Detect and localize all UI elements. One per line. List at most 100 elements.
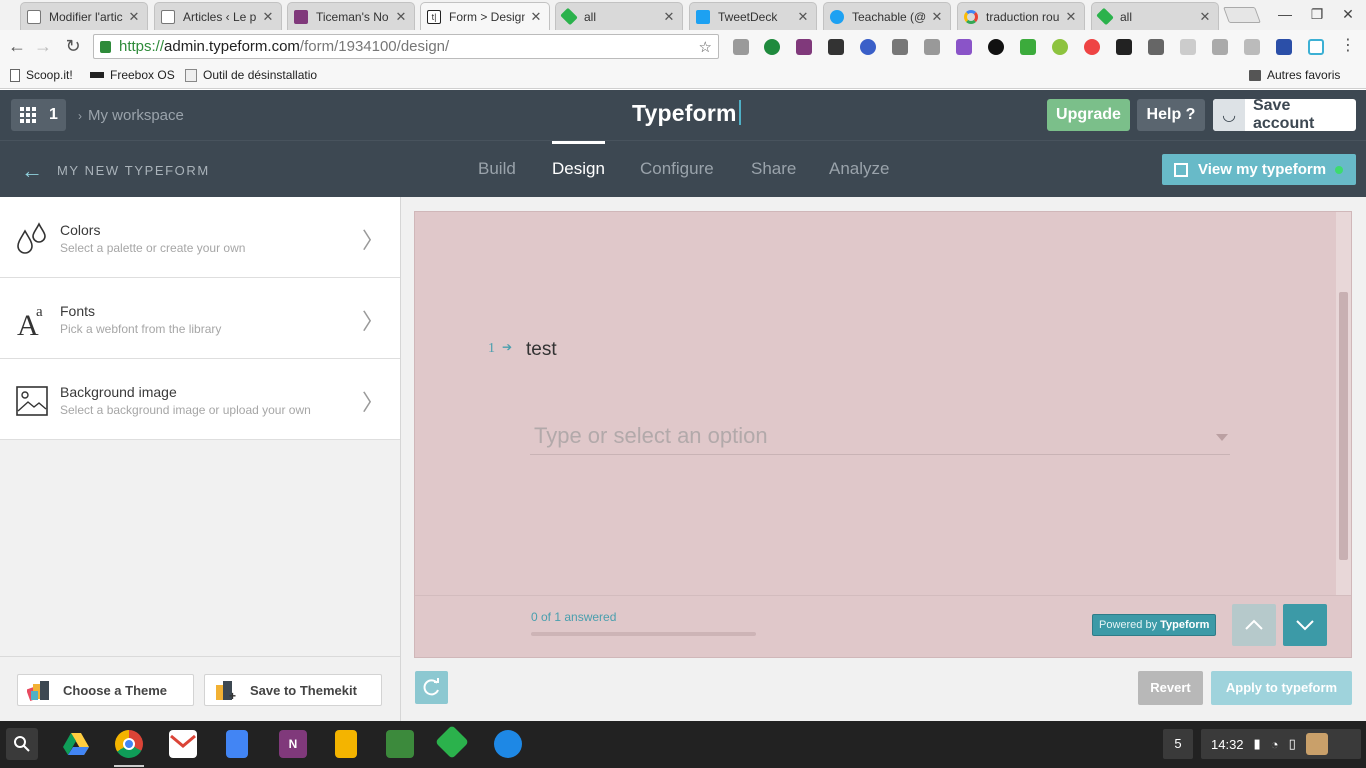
extension-icon[interactable] — [1052, 39, 1068, 55]
form-navigation: ← MY NEW TYPEFORM Build Design Configure… — [0, 140, 1366, 197]
feedly-icon[interactable] — [435, 725, 469, 759]
preview-scrollbar[interactable] — [1336, 212, 1351, 595]
svg-text:+: + — [229, 689, 236, 701]
background-image-panel[interactable]: Background image Select a background ima… — [0, 359, 400, 440]
help-button[interactable]: Help ? — [1137, 99, 1205, 131]
camera-icon[interactable] — [924, 39, 940, 55]
minimize-icon[interactable]: — — [1277, 6, 1293, 22]
extension-icon[interactable] — [1116, 39, 1132, 55]
tab-share[interactable]: Share — [751, 159, 796, 179]
close-window-icon[interactable]: ✕ — [1340, 6, 1356, 23]
extension-icon[interactable] — [988, 39, 1004, 55]
extension-icon[interactable] — [1276, 39, 1292, 55]
maximize-icon[interactable]: ❐ — [1309, 6, 1325, 23]
close-tab-icon[interactable]: ✕ — [1198, 9, 1212, 25]
reload-icon[interactable]: ↻ — [63, 36, 83, 56]
tweetdeck-icon — [696, 9, 710, 24]
browser-tab[interactable]: Teachable (@ ✕ — [823, 2, 951, 30]
back-icon[interactable]: ← — [7, 36, 27, 56]
apps-button[interactable]: 1 — [11, 99, 66, 131]
back-arrow-icon[interactable]: ← — [21, 158, 43, 184]
previous-question-button[interactable] — [1232, 604, 1276, 646]
extension-icon[interactable] — [1148, 39, 1164, 55]
choose-theme-button[interactable]: Choose a Theme — [17, 674, 194, 706]
files-icon[interactable] — [494, 730, 522, 758]
extension-icon[interactable] — [1212, 39, 1228, 55]
bookmark-item[interactable]: Outil de désinstallatio — [185, 68, 317, 82]
close-tab-icon[interactable]: ✕ — [261, 9, 275, 25]
close-tab-icon[interactable]: ✕ — [662, 9, 676, 25]
save-themekit-button[interactable]: + Save to Themekit — [204, 674, 382, 706]
bookmark-folder[interactable]: Autres favoris — [1249, 68, 1340, 82]
upgrade-button[interactable]: Upgrade — [1047, 99, 1130, 131]
close-tab-icon[interactable]: ✕ — [930, 9, 944, 25]
preview-footer: 0 of 1 answered Powered by Typeform — [415, 595, 1351, 657]
image-icon — [16, 386, 48, 416]
form-preview: 1 ➔ test Type or select an option 0 of 1… — [414, 211, 1352, 658]
close-tab-icon[interactable]: ✕ — [529, 9, 543, 25]
gmail-icon[interactable] — [169, 730, 197, 758]
address-bar[interactable]: https://admin.typeform.com/form/1934100/… — [93, 34, 719, 59]
bookmark-item[interactable]: Scoop.it! — [10, 68, 73, 82]
launcher-search-icon[interactable] — [6, 728, 38, 760]
extension-icon[interactable] — [1084, 39, 1100, 55]
tab-analyze[interactable]: Analyze — [829, 159, 889, 179]
extension-icon[interactable] — [1020, 39, 1036, 55]
extension-icon[interactable] — [956, 39, 972, 55]
tab-design[interactable]: Design — [552, 159, 605, 179]
view-typeform-button[interactable]: View my typeform — [1162, 154, 1356, 185]
tab-build[interactable]: Build — [478, 159, 516, 179]
save-account-button[interactable]: ◡ Save account — [1213, 97, 1356, 132]
tab-configure[interactable]: Configure — [640, 159, 714, 179]
chevron-down-icon — [1296, 620, 1314, 631]
apply-button[interactable]: Apply to typeform — [1211, 671, 1352, 705]
chrome-icon[interactable] — [115, 730, 143, 758]
browser-tab[interactable]: all ✕ — [555, 2, 683, 30]
extension-icon[interactable] — [733, 39, 749, 55]
extension-icon[interactable] — [1180, 39, 1196, 55]
close-tab-icon[interactable]: ✕ — [394, 9, 408, 25]
colors-panel[interactable]: Colors Select a palette or create your o… — [0, 197, 400, 278]
typeform-logo[interactable]: Typeform — [632, 100, 741, 127]
extension-icon[interactable] — [1308, 39, 1324, 55]
star-icon[interactable]: ☆ — [699, 38, 712, 56]
bookmark-item[interactable]: Freebox OS — [90, 68, 175, 82]
new-tab-button[interactable] — [1223, 7, 1261, 23]
close-tab-icon[interactable]: ✕ — [796, 9, 810, 25]
extension-icon[interactable] — [828, 39, 844, 55]
scrollbar-thumb[interactable] — [1339, 292, 1348, 560]
revert-button[interactable]: Revert — [1138, 671, 1203, 705]
dropdown-select[interactable]: Type or select an option — [530, 421, 1230, 455]
rss-icon[interactable] — [1244, 39, 1260, 55]
browser-tab[interactable]: Articles ‹ Le p ✕ — [154, 2, 282, 30]
browser-tab-active[interactable]: t| Form > Design ✕ — [420, 2, 550, 30]
drive-icon[interactable] — [62, 730, 90, 758]
form-name[interactable]: MY NEW TYPEFORM — [57, 163, 210, 178]
forward-icon[interactable]: → — [33, 36, 53, 56]
close-tab-icon[interactable]: ✕ — [127, 9, 141, 25]
typeform-icon: t| — [427, 9, 441, 24]
browser-tab[interactable]: TweetDeck ✕ — [689, 2, 817, 30]
slides-icon[interactable] — [335, 730, 357, 758]
url-path: /form/1934100/design/ — [299, 38, 450, 55]
menu-icon[interactable]: ⋮ — [1338, 36, 1358, 56]
extension-icon[interactable] — [764, 39, 780, 55]
docs-icon[interactable] — [226, 730, 248, 758]
pencil-app-icon[interactable] — [386, 730, 414, 758]
breadcrumb[interactable]: › My workspace — [78, 107, 184, 124]
browser-tab[interactable]: Modifier l'artic ✕ — [20, 2, 148, 30]
notification-count[interactable]: 5 — [1163, 729, 1193, 759]
onenote-extension-icon[interactable] — [796, 39, 812, 55]
next-question-button[interactable] — [1283, 604, 1327, 646]
powered-by-badge[interactable]: Powered by Typeform — [1092, 614, 1217, 636]
close-tab-icon[interactable]: ✕ — [1064, 9, 1078, 25]
refresh-preview-button[interactable] — [415, 671, 448, 704]
extension-icon[interactable] — [860, 39, 876, 55]
system-tray[interactable]: 14:32 ▮ ◔ ▯ — [1201, 729, 1361, 759]
extension-icon[interactable] — [892, 39, 908, 55]
browser-tab[interactable]: Ticeman's No ✕ — [287, 2, 415, 30]
onenote-icon[interactable]: N — [279, 730, 307, 758]
fonts-panel[interactable]: A a Fonts Pick a webfont from the librar… — [0, 278, 400, 359]
browser-tab[interactable]: traduction rou ✕ — [957, 2, 1085, 30]
browser-tab[interactable]: all ✕ — [1091, 2, 1219, 30]
